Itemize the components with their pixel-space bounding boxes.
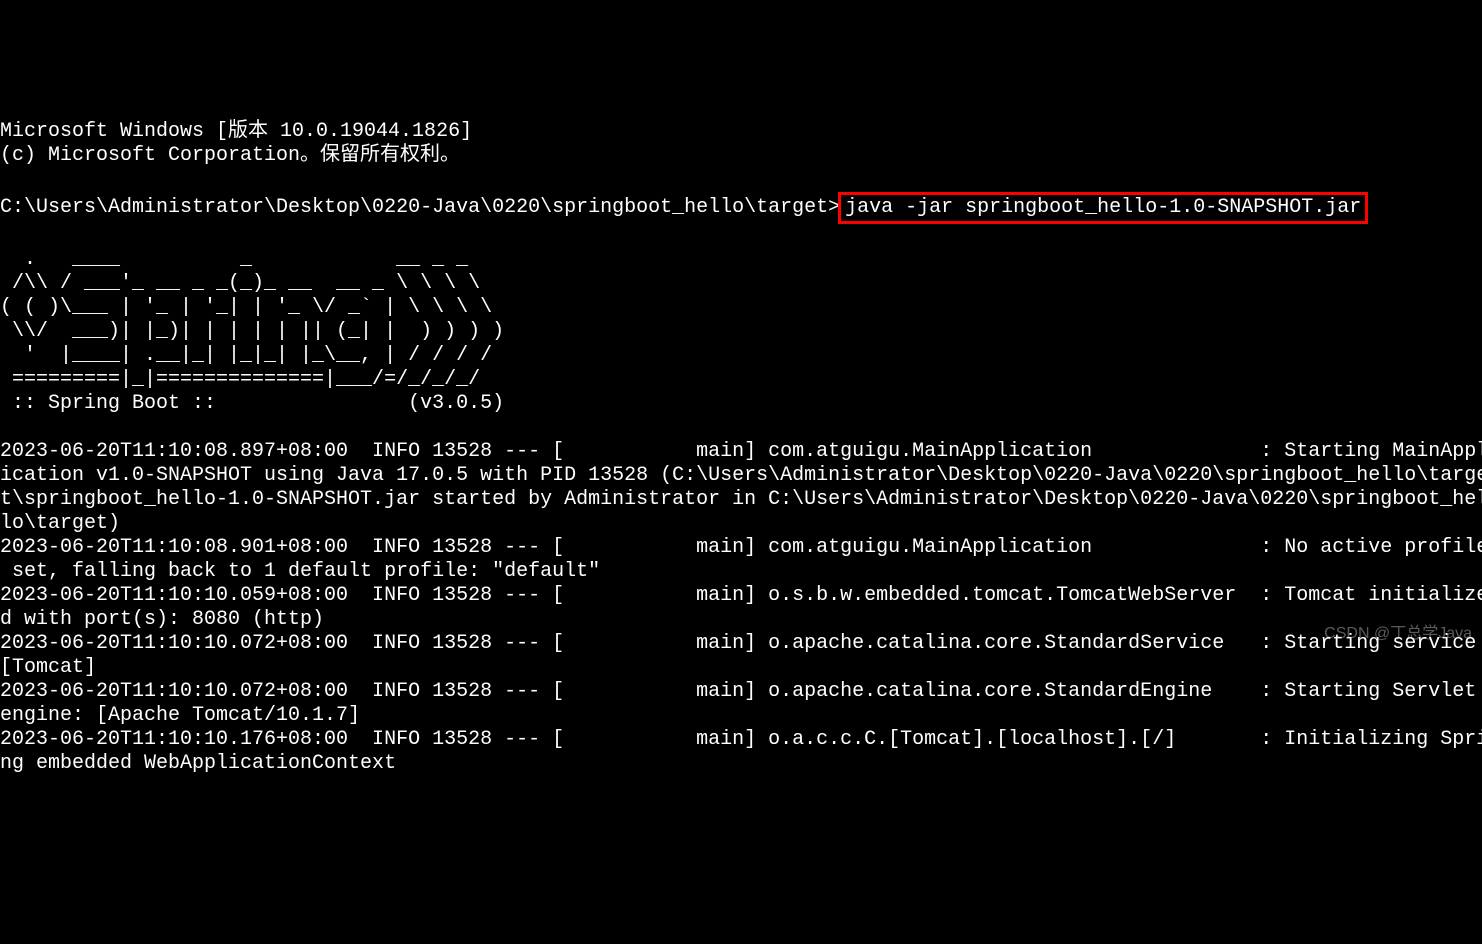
terminal-output[interactable]: Microsoft Windows [版本 10.0.19044.1826] (… <box>0 96 1482 776</box>
command-highlight: java -jar springboot_hello-1.0-SNAPSHOT.… <box>838 192 1368 224</box>
spring-banner-3: ( ( )\___ | '_ | '_| | '_ \/ _` | \ \ \ … <box>0 296 492 319</box>
log-line: engine: [Apache Tomcat/10.1.7] <box>0 704 360 727</box>
spring-banner-2: /\\ / ___'_ __ _ _(_)_ __ __ _ \ \ \ \ <box>0 272 480 295</box>
log-line: ng embedded WebApplicationContext <box>0 752 396 775</box>
log-line: lo\target) <box>0 512 120 535</box>
log-line: t\springboot_hello-1.0-SNAPSHOT.jar star… <box>0 488 1482 511</box>
log-line: 2023-06-20T11:10:08.901+08:00 INFO 13528… <box>0 536 1482 559</box>
spring-banner-7: :: Spring Boot :: (v3.0.5) <box>0 392 504 415</box>
log-line: 2023-06-20T11:10:08.897+08:00 INFO 13528… <box>0 440 1482 463</box>
log-line: 2023-06-20T11:10:10.072+08:00 INFO 13528… <box>0 680 1482 703</box>
log-line: set, falling back to 1 default profile: … <box>0 560 600 583</box>
csdn-watermark: CSDN @丁总学Java <box>1324 624 1472 643</box>
log-line: 2023-06-20T11:10:10.176+08:00 INFO 13528… <box>0 728 1482 751</box>
log-line: d with port(s): 8080 (http) <box>0 608 324 631</box>
log-line: 2023-06-20T11:10:10.059+08:00 INFO 13528… <box>0 584 1482 607</box>
spring-banner-1: . ____ _ __ _ _ <box>0 248 468 271</box>
log-line: [Tomcat] <box>0 656 96 679</box>
os-header-line1: Microsoft Windows [版本 10.0.19044.1826] <box>0 120 472 143</box>
spring-banner-5: ' |____| .__|_| |_|_| |_\__, | / / / / <box>0 344 492 367</box>
spring-banner-4: \\/ ___)| |_)| | | | | || (_| | ) ) ) ) <box>0 320 504 343</box>
log-line: ication v1.0-SNAPSHOT using Java 17.0.5 … <box>0 464 1482 487</box>
command-text: java -jar springboot_hello-1.0-SNAPSHOT.… <box>845 196 1361 219</box>
prompt-path: C:\Users\Administrator\Desktop\0220-Java… <box>0 196 840 219</box>
prompt-line: C:\Users\Administrator\Desktop\0220-Java… <box>0 196 1368 219</box>
spring-banner-6: =========|_|==============|___/=/_/_/_/ <box>0 368 480 391</box>
log-line: 2023-06-20T11:10:10.072+08:00 INFO 13528… <box>0 632 1482 655</box>
os-header-line2: (c) Microsoft Corporation。保留所有权利。 <box>0 144 460 167</box>
